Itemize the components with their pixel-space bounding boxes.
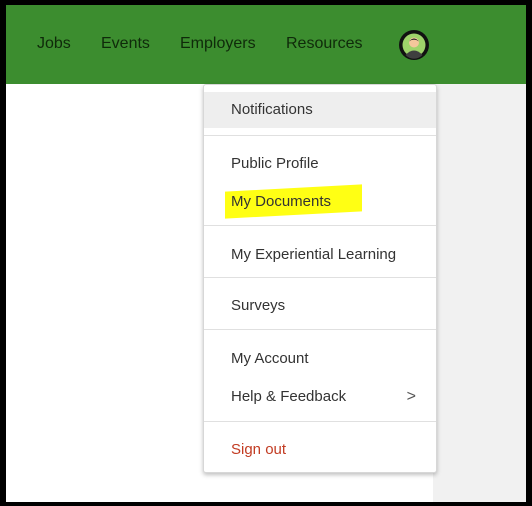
menu-item-label: Notifications bbox=[231, 101, 313, 118]
menu-item-notifications[interactable]: Notifications bbox=[204, 92, 436, 128]
screen-frame: Jobs Events Employers Resources Notifica… bbox=[6, 5, 526, 502]
menu-item-label: Help & Feedback bbox=[231, 388, 347, 405]
menu-item-label: Public Profile bbox=[231, 155, 319, 172]
menu-item-sign-out[interactable]: Sign out bbox=[204, 432, 436, 468]
nav-resources-link[interactable]: Resources bbox=[286, 35, 362, 53]
user-avatar-button[interactable] bbox=[399, 30, 429, 60]
menu-item-label: My Account bbox=[231, 350, 309, 367]
menu-item-label: My Documents bbox=[231, 193, 332, 210]
profile-dropdown-menu: Notifications Public Profile My Document… bbox=[203, 84, 437, 473]
nav-employers-link[interactable]: Employers bbox=[180, 35, 256, 53]
top-navigation-bar: Jobs Events Employers Resources bbox=[6, 5, 526, 84]
menu-item-label: Sign out bbox=[231, 441, 287, 458]
nav-jobs-link[interactable]: Jobs bbox=[37, 35, 71, 53]
menu-item-experiential-learning[interactable]: My Experiential Learning bbox=[204, 237, 436, 273]
menu-divider bbox=[204, 135, 436, 136]
menu-item-my-account[interactable]: My Account bbox=[204, 341, 436, 377]
menu-divider bbox=[204, 329, 436, 330]
menu-divider bbox=[204, 421, 436, 422]
menu-item-my-documents[interactable]: My Documents bbox=[204, 184, 436, 220]
menu-item-label: Surveys bbox=[231, 297, 286, 314]
menu-divider bbox=[204, 225, 436, 226]
chevron-right-icon: > bbox=[406, 388, 416, 405]
menu-item-surveys[interactable]: Surveys bbox=[204, 288, 436, 324]
menu-item-help-feedback[interactable]: Help & Feedback > bbox=[204, 379, 436, 415]
menu-item-label: My Experiential Learning bbox=[231, 246, 397, 263]
right-content-panel bbox=[433, 84, 526, 502]
menu-divider bbox=[204, 277, 436, 278]
user-avatar-icon bbox=[400, 31, 428, 59]
nav-events-link[interactable]: Events bbox=[101, 35, 150, 53]
menu-item-public-profile[interactable]: Public Profile bbox=[204, 146, 436, 182]
